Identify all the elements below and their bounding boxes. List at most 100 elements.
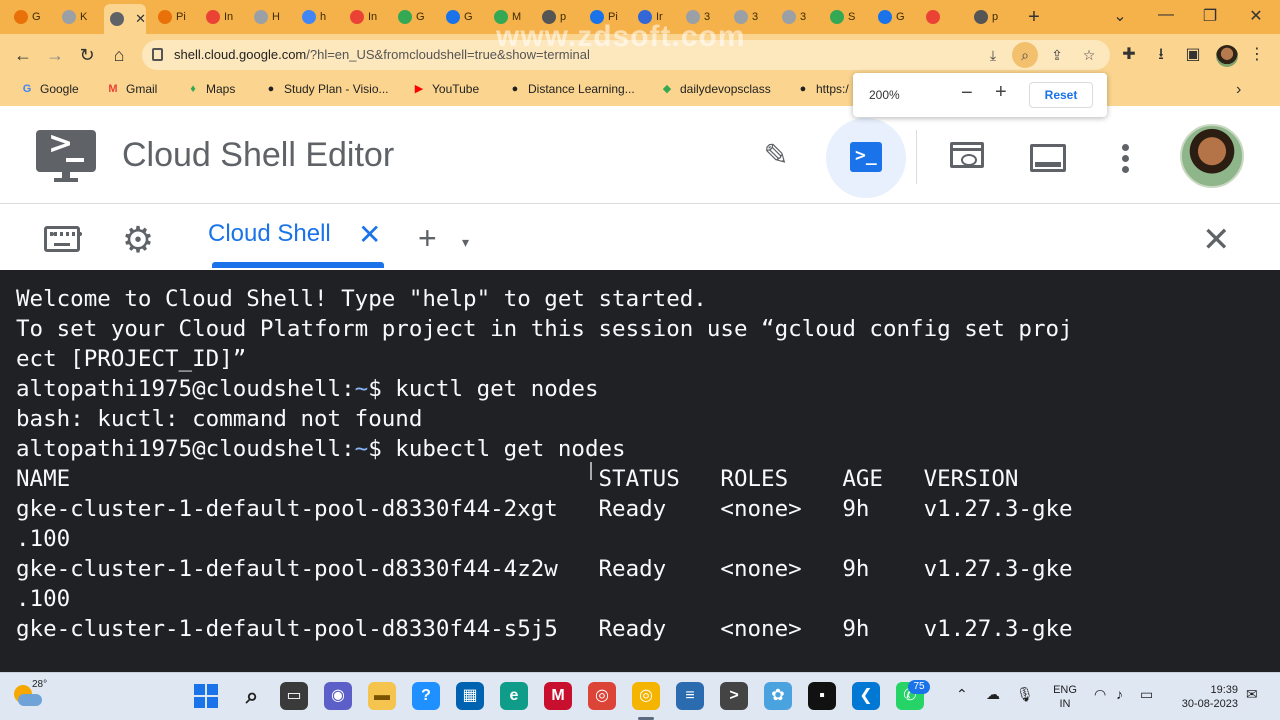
bookmark-item[interactable]: ◆ dailydevopsclass <box>660 82 771 96</box>
bookmark-item[interactable]: ● Study Plan - Visio... <box>264 82 389 96</box>
minimize-button[interactable]: — <box>1156 6 1176 24</box>
add-tab-button[interactable]: + <box>418 220 437 256</box>
browser-tab[interactable]: M <box>488 5 530 29</box>
url-text[interactable]: shell.cloud.google.com/?hl=en_US&fromclo… <box>174 47 590 62</box>
bookmark-item[interactable]: ♦ Maps <box>186 82 235 96</box>
zoom-out-button[interactable]: − <box>961 82 973 105</box>
chevron-down-icon[interactable]: ▾ <box>462 224 469 260</box>
browser-tab[interactable]: Pi <box>152 5 194 29</box>
browser-tab[interactable]: G <box>8 5 50 29</box>
vscode-icon[interactable]: ❮ <box>852 682 880 710</box>
bookmarks-overflow-icon[interactable]: › <box>1236 81 1241 99</box>
terminal-output[interactable]: Welcome to Cloud Shell! Type "help" to g… <box>0 270 1280 672</box>
forward-arrow-icon[interactable]: → <box>44 44 66 66</box>
browser-tab[interactable]: Pi <box>584 5 626 29</box>
bookmark-item[interactable]: ● https:/ <box>796 82 849 96</box>
browser-tab[interactable]: S <box>824 5 866 29</box>
side-panel-icon[interactable]: ▣ <box>1182 44 1204 66</box>
microphone-icon[interactable]: 🎙 <box>1016 686 1034 703</box>
paint-icon[interactable]: ✿ <box>764 682 792 710</box>
bookmark-star-icon[interactable]: ☆ <box>1080 46 1098 64</box>
reload-icon[interactable]: ↻ <box>76 44 98 66</box>
search-icon[interactable]: ⌕ <box>238 682 266 710</box>
tab-favicon-icon <box>830 10 844 24</box>
wifi-icon[interactable]: ◠ <box>1094 686 1106 703</box>
terminal-line: .100 <box>16 526 71 552</box>
microsoft-store-icon[interactable]: ▦ <box>456 682 484 710</box>
downloads-icon[interactable]: ⭳ <box>1150 44 1172 66</box>
address-bar[interactable]: shell.cloud.google.com/?hl=en_US&fromclo… <box>142 40 1110 70</box>
browser-tab[interactable]: In <box>344 5 386 29</box>
browser-profile-avatar[interactable] <box>1216 45 1238 67</box>
browser-tab[interactable]: H <box>248 5 290 29</box>
bookmark-item[interactable]: ● Distance Learning... <box>508 82 635 96</box>
close-tab-icon[interactable]: ✕ <box>358 218 381 251</box>
restore-button[interactable]: ❐ <box>1200 6 1220 26</box>
browser-tab[interactable]: In <box>200 5 242 29</box>
terminal-toggle-button[interactable]: >_ <box>826 118 906 198</box>
task-view-icon[interactable]: ▭ <box>280 682 308 710</box>
bookmark-item[interactable]: M Gmail <box>106 82 157 96</box>
browser-tab[interactable]: K <box>56 5 98 29</box>
zoom-reset-button[interactable]: Reset <box>1029 82 1093 108</box>
battery-icon[interactable]: ▭ <box>1140 686 1153 703</box>
browser-tab[interactable] <box>920 5 962 29</box>
language-indicator[interactable]: ENG IN <box>1050 683 1080 711</box>
chrome-menu-icon[interactable]: ⋮ <box>1246 44 1268 66</box>
browser-tab[interactable]: 3 <box>776 5 818 29</box>
more-options-icon[interactable] <box>1122 144 1132 178</box>
windows-start-icon[interactable] <box>192 682 220 710</box>
teams-chat-icon[interactable]: ◉ <box>324 682 352 710</box>
back-arrow-icon[interactable]: ← <box>12 44 34 66</box>
close-tab-icon[interactable]: ✕ <box>135 11 146 27</box>
weather-widget[interactable]: 28° <box>10 679 47 711</box>
browser-tab[interactable]: 3 <box>680 5 722 29</box>
chrome-icon[interactable]: ◎ <box>588 682 616 710</box>
command-prompt-icon[interactable]: > <box>720 682 748 710</box>
zoom-in-button[interactable]: + <box>995 81 1007 104</box>
system-clock[interactable]: 19:39 30-08-2023 <box>1174 683 1238 711</box>
share-icon[interactable]: ⇪ <box>1048 46 1066 64</box>
browser-tab[interactable]: G <box>872 5 914 29</box>
mouse-cursor-icon <box>590 462 596 480</box>
extensions-icon[interactable]: ✚ <box>1118 44 1140 66</box>
close-terminal-icon[interactable]: ✕ <box>1202 220 1231 260</box>
terminal-line: To set your Cloud Platform project in th… <box>16 316 1073 342</box>
tab-cloud-shell[interactable]: Cloud Shell <box>208 220 331 248</box>
tab-search-icon[interactable]: ⌄ <box>1110 6 1130 26</box>
mcafee-icon[interactable]: M <box>544 682 572 710</box>
home-icon[interactable]: ⌂ <box>108 44 130 66</box>
pencil-edit-icon[interactable]: ✎ <box>756 136 796 176</box>
browser-tab[interactable]: ✕ <box>104 4 146 34</box>
file-explorer-icon[interactable]: ▬ <box>368 682 396 710</box>
browser-tab[interactable]: Ir <box>632 5 674 29</box>
volume-icon[interactable]: ♪ <box>1116 686 1123 702</box>
lock-icon[interactable] <box>152 48 163 61</box>
terminal-app-icon[interactable]: ▪ <box>808 682 836 710</box>
notifications-icon[interactable]: ✉ <box>1246 686 1258 703</box>
browser-tab[interactable]: p <box>536 5 578 29</box>
avatar[interactable] <box>1180 124 1244 188</box>
browser-tab[interactable]: h <box>296 5 338 29</box>
chevron-up-icon[interactable]: ⌃ <box>956 686 968 703</box>
notepad-icon[interactable]: ≡ <box>676 682 704 710</box>
page-title: Cloud Shell Editor <box>122 136 395 174</box>
onedrive-cloud-icon[interactable]: ☁ <box>986 686 1000 703</box>
tips-icon[interactable]: ? <box>412 682 440 710</box>
keyboard-icon[interactable] <box>44 226 82 252</box>
new-tab-button[interactable]: + <box>1024 6 1044 29</box>
edge-browser-icon[interactable]: e <box>500 682 528 710</box>
bookmark-item[interactable]: ▶ YouTube <box>412 82 479 96</box>
open-in-new-window-icon[interactable] <box>1030 144 1066 172</box>
bookmark-item[interactable]: G Google <box>20 82 79 96</box>
chrome-profile-icon[interactable]: ◎ <box>632 682 660 710</box>
web-preview-icon[interactable] <box>950 142 984 168</box>
browser-tab[interactable]: 3 <box>728 5 770 29</box>
install-app-icon[interactable]: ⤓ <box>984 46 1002 64</box>
zoom-icon[interactable]: ⌕ <box>1012 42 1038 68</box>
browser-tab[interactable]: G <box>392 5 434 29</box>
gear-icon[interactable]: ⚙ <box>118 220 158 260</box>
browser-tab[interactable]: p <box>968 5 1010 29</box>
browser-tab[interactable]: G <box>440 5 482 29</box>
close-window-button[interactable]: ✕ <box>1246 6 1266 26</box>
